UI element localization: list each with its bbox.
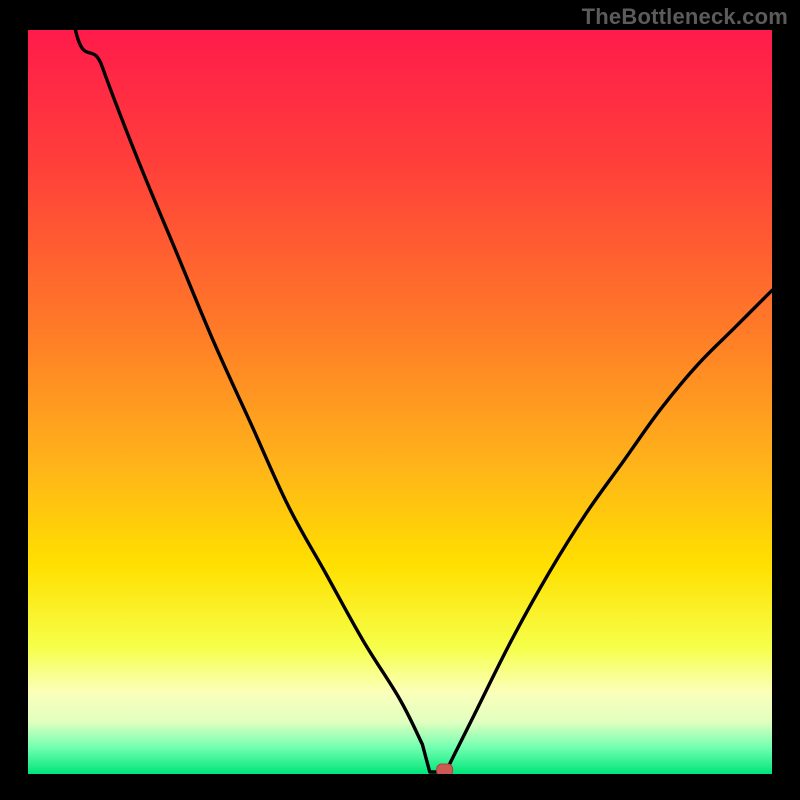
chart-svg: [28, 30, 772, 774]
watermark-text: TheBottleneck.com: [582, 4, 788, 30]
optimum-marker: [437, 764, 453, 774]
chart-frame: TheBottleneck.com: [0, 0, 800, 800]
chart-plot-area: [28, 30, 772, 774]
gradient-background: [28, 30, 772, 774]
